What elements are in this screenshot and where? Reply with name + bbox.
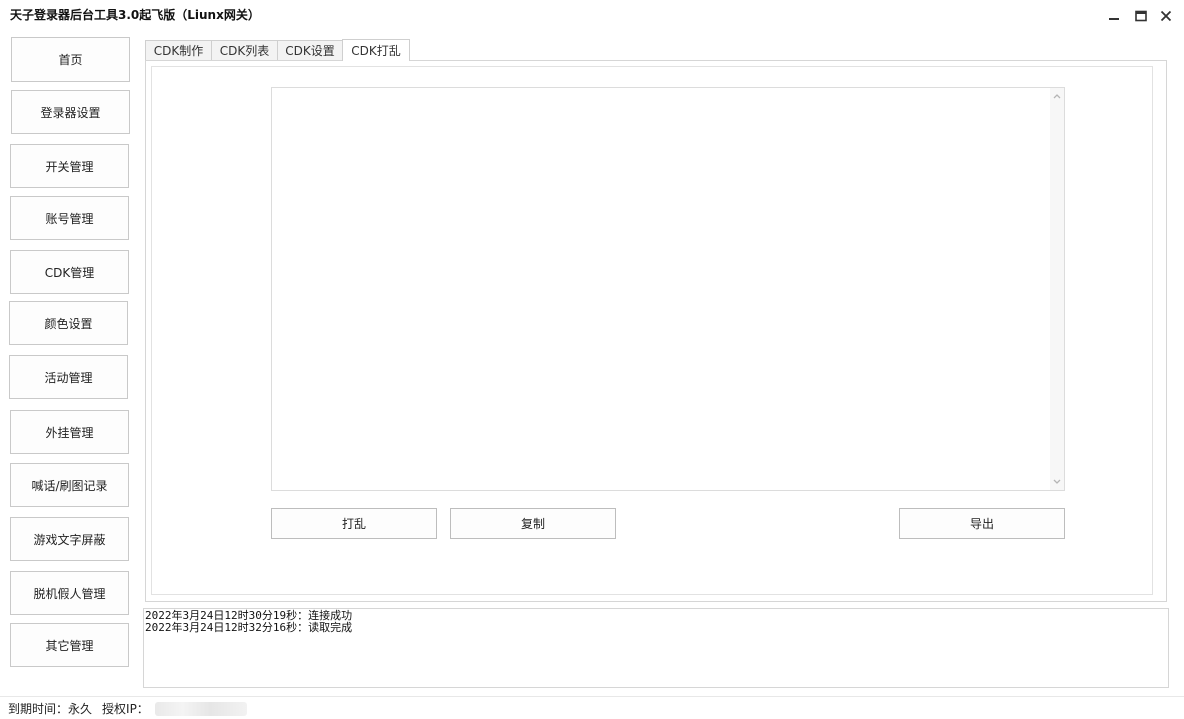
maximize-button[interactable] [1131,6,1151,26]
sidebar-item-label: 首页 [58,53,83,67]
tab-label: CDK列表 [219,44,270,58]
expire-value: 永久 [68,702,93,716]
app-window: 天子登录器后台工具3.0起飞版（Liunx网关） 首页 登录器设置 开关管理 账… [0,0,1184,719]
sidebar-item-launcher-settings[interactable]: 登录器设置 [11,90,130,134]
close-button[interactable] [1156,6,1176,26]
sidebar-item-color-settings[interactable]: 颜色设置 [9,301,128,345]
export-button-label: 导出 [969,517,994,531]
sidebar-item-label: 开关管理 [45,159,94,174]
minimize-icon [1109,18,1119,20]
sidebar-item-other-management[interactable]: 其它管理 [10,623,129,667]
tab-label: CDK设置 [285,44,335,58]
sidebar-item-label: 颜色设置 [44,316,93,331]
maximize-icon [1135,10,1147,22]
sidebar-item-activity-management[interactable]: 活动管理 [9,355,128,399]
sidebar-item-switch-management[interactable]: 开关管理 [10,144,129,188]
sidebar-item-account-management[interactable]: 账号管理 [10,196,129,240]
tab-label: CDK打乱 [351,44,401,58]
status-divider [0,696,1184,697]
vertical-scrollbar[interactable] [1050,88,1064,490]
copy-button[interactable]: 复制 [450,508,616,539]
sidebar-item-label: 登录器设置 [40,105,101,120]
sidebar-item-label: 外挂管理 [45,425,94,440]
sidebar-item-label: 账号管理 [45,211,94,226]
sidebar-item-home[interactable]: 首页 [11,37,130,82]
sidebar-item-cdk-management[interactable]: CDK管理 [10,250,129,294]
sidebar-item-label: 其它管理 [45,638,94,653]
sidebar-item-label: CDK管理 [44,265,95,280]
scroll-down-icon[interactable] [1052,477,1062,487]
export-button[interactable]: 导出 [899,508,1065,539]
log-box[interactable]: 2022年3月24日12时30分19秒：连接成功 2022年3月24日12时32… [143,608,1169,688]
ip-label: 授权IP： [102,702,149,716]
log-line: 2022年3月24日12时32分16秒：读取完成 [145,621,353,634]
window-title: 天子登录器后台工具3.0起飞版（Liunx网关） [10,8,260,22]
tab-label: CDK制作 [153,44,204,58]
sidebar-item-label: 喊话/刷图记录 [31,478,108,493]
tab-cdk-shuffle[interactable]: CDK打乱 [342,39,410,61]
minimize-button[interactable] [1104,6,1124,26]
status-bar: 到期时间： 永久 授权IP： [8,700,247,717]
expire-label: 到期时间： [8,702,69,716]
scroll-up-icon[interactable] [1052,91,1062,101]
sidebar-item-shout-records[interactable]: 喊话/刷图记录 [10,463,129,507]
shuffle-button-label: 打乱 [341,517,366,531]
cdk-text-area[interactable] [271,87,1065,491]
tab-cdk-create[interactable]: CDK制作 [145,40,212,60]
sidebar-item-text-filter[interactable]: 游戏文字屏蔽 [10,517,129,561]
close-icon [1160,10,1172,22]
sidebar-item-offline-bot-management[interactable]: 脱机假人管理 [10,571,129,615]
tab-cdk-list[interactable]: CDK列表 [211,40,278,60]
redacted-ip [154,701,247,716]
sidebar-item-label: 活动管理 [44,370,93,385]
sidebar-item-label: 游戏文字屏蔽 [33,532,106,547]
tab-cdk-settings[interactable]: CDK设置 [277,40,343,60]
sidebar-item-label: 脱机假人管理 [33,586,106,601]
shuffle-button[interactable]: 打乱 [271,508,437,539]
sidebar-item-plugin-management[interactable]: 外挂管理 [10,410,129,454]
copy-button-label: 复制 [520,517,545,531]
